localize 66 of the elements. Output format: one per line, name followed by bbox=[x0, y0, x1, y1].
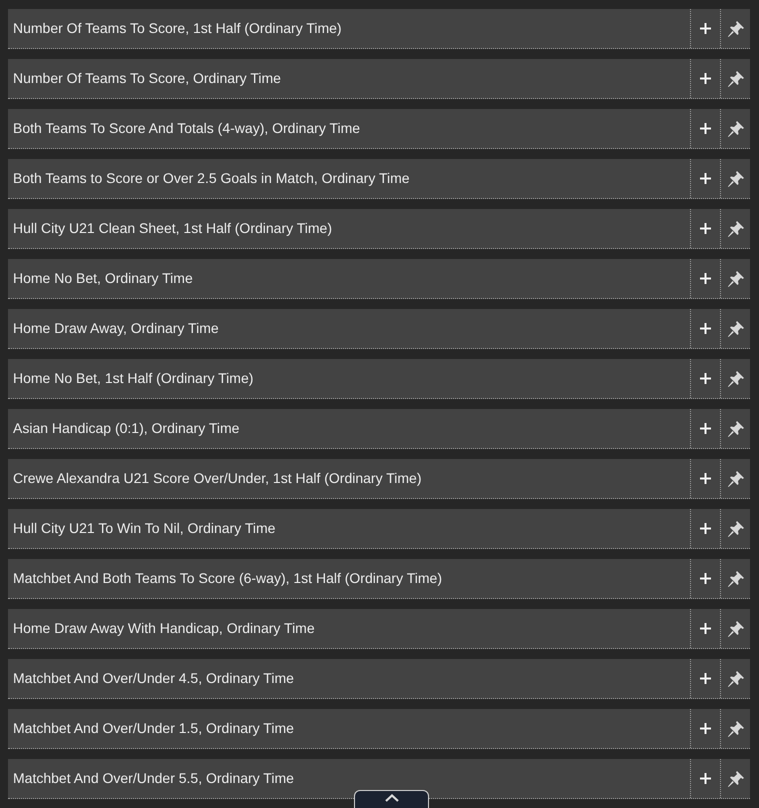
pin-icon bbox=[726, 20, 744, 38]
market-row[interactable]: Both Teams to Score or Over 2.5 Goals in Match, Ordinary Time bbox=[8, 159, 750, 199]
pin-icon bbox=[726, 170, 744, 188]
market-row[interactable]: Number Of Teams To Score, Ordinary Time bbox=[8, 59, 750, 99]
pin-icon bbox=[726, 720, 744, 738]
market-title: Home No Bet, Ordinary Time bbox=[12, 269, 194, 288]
pin-icon bbox=[726, 220, 744, 238]
plus-icon bbox=[700, 573, 711, 584]
plus-icon bbox=[700, 773, 711, 784]
market-row[interactable]: Crewe Alexandra U21 Score Over/Under, 1st Half (Ordinary Time) bbox=[8, 459, 750, 499]
plus-icon bbox=[700, 623, 711, 634]
pin-icon bbox=[726, 670, 744, 688]
market-row[interactable]: Number Of Teams To Score, 1st Half (Ordinary Time) bbox=[8, 9, 750, 49]
market-row[interactable]: Matchbet And Over/Under 1.5, Ordinary Time bbox=[8, 709, 750, 749]
market-row[interactable]: Hull City U21 Clean Sheet, 1st Half (Ordinary Time) bbox=[8, 209, 750, 249]
market-title: Both Teams to Score or Over 2.5 Goals in Match, Ordinary Time bbox=[12, 169, 411, 188]
pin-icon bbox=[726, 620, 744, 638]
market-row[interactable]: Matchbet And Both Teams To Score (6-way), 1st Half (Ordinary Time) bbox=[8, 559, 750, 599]
market-row[interactable]: Both Teams To Score And Totals (4-way), Ordinary Time bbox=[8, 109, 750, 149]
market-row[interactable]: Matchbet And Over/Under 4.5, Ordinary Time bbox=[8, 659, 750, 699]
chevron-up-icon bbox=[384, 794, 398, 802]
market-title: Home No Bet, 1st Half (Ordinary Time) bbox=[12, 369, 254, 388]
market-title: Home Draw Away, Ordinary Time bbox=[12, 319, 220, 338]
market-row[interactable]: Home Draw Away With Handicap, Ordinary Time bbox=[8, 609, 750, 649]
market-title: Matchbet And Both Teams To Score (6-way), 1st Half (Ordinary Time) bbox=[12, 569, 443, 588]
plus-icon bbox=[700, 423, 711, 434]
plus-icon bbox=[700, 373, 711, 384]
market-title: Number Of Teams To Score, 1st Half (Ordinary Time) bbox=[12, 19, 343, 38]
plus-icon bbox=[700, 223, 711, 234]
market-row[interactable]: Hull City U21 To Win To Nil, Ordinary Time bbox=[8, 509, 750, 549]
scroll-up-button[interactable] bbox=[354, 790, 429, 808]
plus-icon bbox=[700, 173, 711, 184]
plus-icon bbox=[700, 23, 711, 34]
pin-icon bbox=[726, 320, 744, 338]
market-title: Home Draw Away With Handicap, Ordinary Time bbox=[12, 619, 316, 638]
pin-icon bbox=[726, 120, 744, 138]
pin-icon bbox=[726, 270, 744, 288]
pin-icon bbox=[726, 520, 744, 538]
plus-icon bbox=[700, 123, 711, 134]
pin-icon bbox=[726, 70, 744, 88]
market-title: Matchbet And Over/Under 4.5, Ordinary Time bbox=[12, 669, 295, 688]
plus-icon bbox=[700, 73, 711, 84]
market-title: Matchbet And Over/Under 5.5, Ordinary Time bbox=[12, 769, 295, 788]
market-row[interactable]: Home No Bet, 1st Half (Ordinary Time) bbox=[8, 359, 750, 399]
pin-icon bbox=[726, 420, 744, 438]
plus-icon bbox=[700, 523, 711, 534]
pin-icon bbox=[726, 770, 744, 788]
pin-icon bbox=[726, 570, 744, 588]
plus-icon bbox=[700, 723, 711, 734]
plus-icon bbox=[700, 273, 711, 284]
market-title: Matchbet And Over/Under 1.5, Ordinary Time bbox=[12, 719, 295, 738]
pin-icon bbox=[726, 370, 744, 388]
market-title: Asian Handicap (0:1), Ordinary Time bbox=[12, 419, 240, 438]
market-row[interactable]: Home Draw Away, Ordinary Time bbox=[8, 309, 750, 349]
market-title: Both Teams To Score And Totals (4-way), Ordinary Time bbox=[12, 119, 362, 138]
pin-icon bbox=[726, 470, 744, 488]
market-row[interactable]: Asian Handicap (0:1), Ordinary Time bbox=[8, 409, 750, 449]
market-row[interactable]: Matchbet And Over/Under 5.5, Ordinary Time bbox=[8, 759, 750, 799]
market-row[interactable]: Home No Bet, Ordinary Time bbox=[8, 259, 750, 299]
market-title: Crewe Alexandra U21 Score Over/Under, 1st Half (Ordinary Time) bbox=[12, 469, 422, 488]
plus-icon bbox=[700, 673, 711, 684]
market-title: Number Of Teams To Score, Ordinary Time bbox=[12, 69, 282, 88]
market-title: Hull City U21 Clean Sheet, 1st Half (Ordinary Time) bbox=[12, 219, 333, 238]
market-title: Hull City U21 To Win To Nil, Ordinary Time bbox=[12, 519, 276, 538]
plus-icon bbox=[700, 323, 711, 334]
plus-icon bbox=[700, 473, 711, 484]
